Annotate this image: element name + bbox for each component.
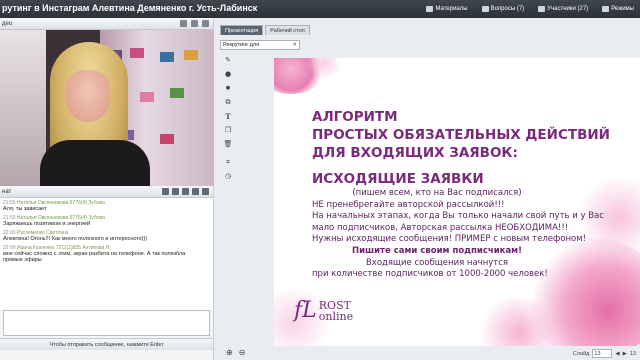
text-icon[interactable]: T [224,112,233,121]
crop-icon[interactable]: ⌗ [224,158,233,167]
chat-panel-title: нат [2,188,12,195]
chat-message: 21:55 Наталья Овсянникова 9776(4) Зубова… [3,200,105,212]
volume-icon[interactable] [202,20,209,27]
top-nav: Материалы Вопросы (7) Участники (27) Реж… [426,0,634,18]
drawing-toolbar: ✎ ● ● ⧉ T ❐ 🗑 ⌗ ◷ [222,56,234,181]
video-panel-title: део [2,20,13,27]
slide-heading-line: ПРОСТЫХ ОБЯЗАТЕЛЬНЫХ ДЕЙСТВИЙ [312,127,610,143]
tab-presentation[interactable]: Презентация [220,25,264,35]
participants-button[interactable]: Участники (27) [538,6,588,12]
materials-button[interactable]: Материалы [426,6,468,12]
questions-button[interactable]: Вопросы (7) [481,6,524,12]
chat-panel-header: нат [0,186,213,198]
trash-icon[interactable]: 🗑 [224,140,233,149]
prev-slide-icon[interactable]: ◀ [615,351,619,357]
slide-text-line: мало подписчиков, Авторская рассылка НЕО… [312,222,569,233]
slide-text-line: при количестве подписчиков от 1000-2000 … [312,269,548,280]
left-column: део нат 21:55 Наталья Овсянникова 9776(4… [0,18,214,360]
video-panel-header: део [0,18,213,30]
slide-label: Слайд [572,350,590,357]
layers-icon[interactable]: ⧉ [224,98,233,107]
chat-input[interactable] [3,310,210,336]
webinar-app: рутинг в Инстаграм Алевтина Демяненко г.… [0,0,640,360]
materials-icon [426,6,434,12]
circle-fill-icon[interactable]: ● [224,70,233,79]
chat-clear-icon[interactable] [192,188,199,195]
slide-pager: Слайд 13 ◀ ▶ 13 [573,349,636,358]
slide-text-line: Пишите сами своим подписчикам! [351,245,523,256]
chat-message: 22:00 Руслеменко Светлана Алевтина! Огон… [3,230,148,242]
presentation-footer: ⊕ ⊖ Слайд 13 ◀ ▶ 13 [216,348,640,360]
slide-heading-line: АЛГОРИТМ [312,109,398,125]
chat-expand-icon[interactable] [202,188,209,195]
presentation-select-value: Рекрутинг для [223,42,260,48]
chat-filter-icon[interactable] [182,188,189,195]
window-title: рутинг в Инстаграм Алевтина Демяненко г.… [2,3,258,13]
slide-heading-line: ДЛЯ ВХОДЯЩИХ ЗАЯВОК: [312,145,518,161]
tab-desktop[interactable]: Рабочий стол [265,25,310,35]
participants-icon [538,6,546,12]
slide-text-line: Входящие сообщения начнутся [365,257,509,268]
microphone-icon[interactable] [191,20,198,27]
chat-settings-icon[interactable] [162,188,169,195]
presentation-area: Презентация Рабочий стол Рекрутинг для ✕… [216,18,640,360]
zoom-out-icon[interactable]: ⊖ [239,348,246,357]
slide-number-input[interactable]: 13 [592,349,613,358]
questions-icon [481,6,489,12]
presentation-select[interactable]: Рекрутинг для ✕ [220,40,300,50]
slide-total: 13 [629,350,636,357]
dot-icon[interactable]: ● [224,84,233,93]
chat-message: 22:00 Ирина Козленко 7211(2)835 Антипова… [3,245,186,263]
slide-text-line: На начальных этапах, когда Вы только нач… [312,211,604,222]
presentation-slide: АЛГОРИТМ ПРОСТЫХ ОБЯЗАТЕЛЬНЫХ ДЕЙСТВИЙ Д… [274,58,640,346]
webcam-video [0,30,214,186]
view-tabs: Презентация Рабочий стол [220,25,310,35]
zoom-in-icon[interactable]: ⊕ [226,348,233,357]
send-hint[interactable]: Чтобы отправить сообщение, нажмите Enter [0,338,213,350]
slide-subheading: ИСХОДЯЩИЕ ЗАЯВКИ [312,171,484,187]
slide-content: АЛГОРИТМ ПРОСТЫХ ОБЯЗАТЕЛЬНЫХ ДЕЙСТВИЙ Д… [312,108,612,281]
copy-icon[interactable]: ❐ [224,126,233,135]
clock-icon[interactable]: ◷ [224,172,233,181]
modes-button[interactable]: Режимы [602,6,634,12]
video-settings-icon[interactable] [180,20,187,27]
slide-text-line: (пишем всем, кто на Вас подписался) [352,188,522,198]
slide-text-line: Нужны исходящие сообщения! ПРИМЕР с новы… [312,234,587,245]
chat-message: 21:55 Наталья Овсянникова 9776(4) Зубова… [3,215,105,227]
top-bar: рутинг в Инстаграм Алевтина Демяненко г.… [0,0,640,18]
pencil-icon[interactable]: ✎ [224,56,233,65]
slide-text-line: НЕ пренебрегайте авторской рассылкой!!! [312,199,505,210]
rost-online-logo: fL ROST online [294,298,354,323]
chat-export-icon[interactable] [172,188,179,195]
next-slide-icon[interactable]: ▶ [623,351,627,357]
modes-icon [602,6,610,12]
close-icon[interactable]: ✕ [292,41,297,50]
chat-messages[interactable]: 21:55 Наталья Овсянникова 9776(4) Зубова… [0,198,213,310]
